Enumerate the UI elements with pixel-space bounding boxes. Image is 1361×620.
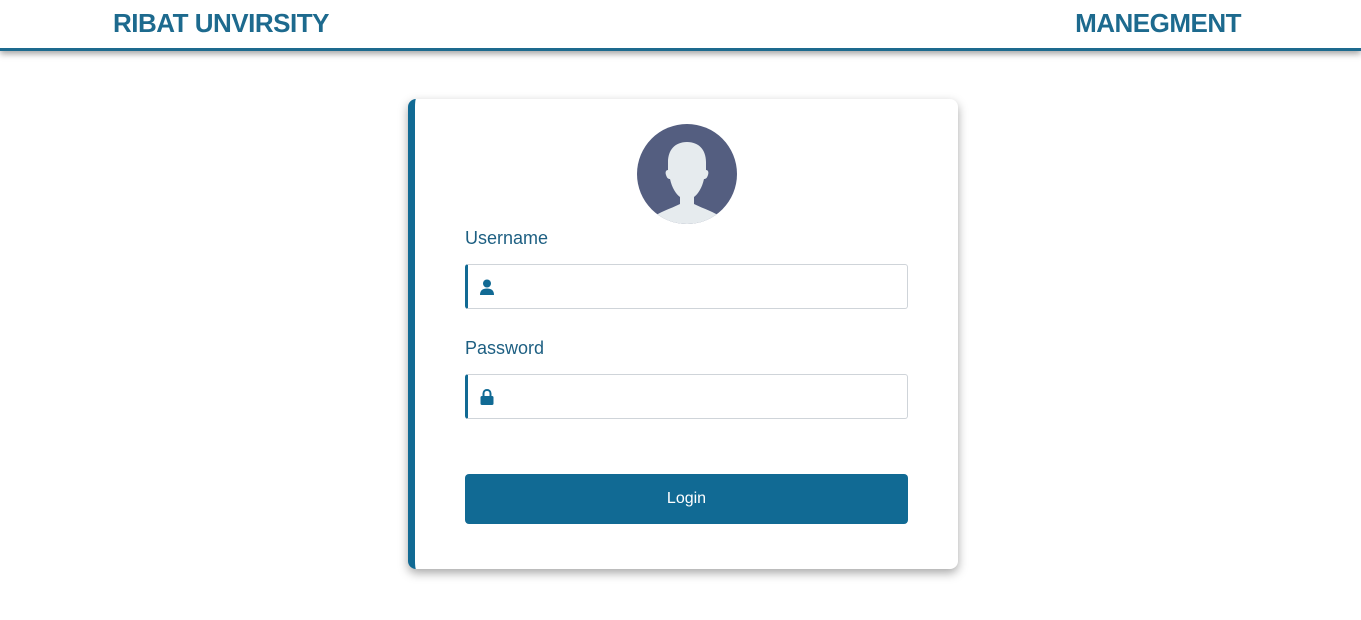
university-title: RIBAT UNVIRSITY	[113, 8, 329, 38]
top-header-bar: RIBAT UNVIRSITY MANEGMENT	[0, 0, 1361, 51]
password-label: Password	[465, 338, 545, 358]
login-button[interactable]: Login	[465, 474, 908, 524]
password-input[interactable]	[506, 375, 907, 418]
lock-icon	[468, 388, 506, 405]
username-input[interactable]	[506, 265, 907, 308]
password-field[interactable]	[465, 374, 908, 419]
management-title: MANEGMENT	[1075, 8, 1241, 38]
username-label: Username	[465, 228, 549, 248]
user-silhouette-icon	[637, 124, 737, 224]
user-icon	[468, 279, 506, 295]
username-field[interactable]	[465, 264, 908, 309]
login-card: Username Password Login	[408, 99, 958, 569]
